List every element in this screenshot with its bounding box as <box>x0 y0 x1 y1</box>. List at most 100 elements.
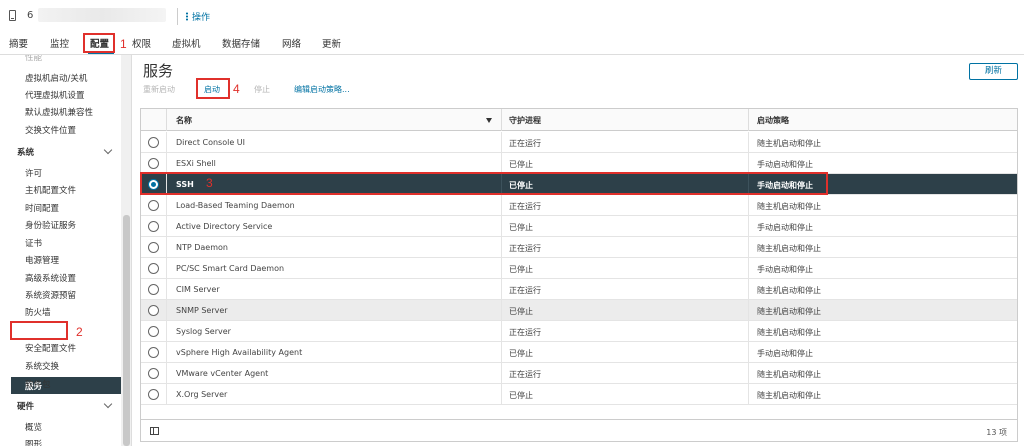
column-separator[interactable] <box>501 109 502 131</box>
table-row[interactable]: Load-Based Teaming Daemon 正在运行 随主机启动和停止 <box>141 195 1017 216</box>
sidebar-item-cut[interactable]: 性能 <box>25 55 42 63</box>
cell-policy: 随主机启动和停止 <box>757 139 821 148</box>
annotation-box-services <box>10 321 68 340</box>
table-row[interactable]: PC/SC Smart Card Daemon 已停止 手动启动和停止 <box>141 258 1017 279</box>
sidebar-item-advanced[interactable]: 高级系统设置 <box>25 272 76 284</box>
table-row[interactable]: Syslog Server 正在运行 随主机启动和停止 <box>141 321 1017 342</box>
column-separator <box>748 342 749 363</box>
cell-daemon: 正在运行 <box>509 244 541 253</box>
sidebar-item-license[interactable]: 许可 <box>25 167 42 179</box>
tab-updates[interactable]: 更新 <box>322 36 341 50</box>
sidebar-item-packages[interactable]: 软件包 <box>25 378 51 390</box>
cell-name: NTP Daemon <box>176 243 228 252</box>
row-radio[interactable] <box>148 389 159 400</box>
cell-name: SNMP Server <box>176 306 228 315</box>
cell-daemon: 已停止 <box>509 160 533 169</box>
sidebar-item-power[interactable]: 电源管理 <box>25 254 59 266</box>
table-row[interactable]: NTP Daemon 正在运行 随主机启动和停止 <box>141 237 1017 258</box>
sidebar-item-overview[interactable]: 概览 <box>25 421 42 433</box>
column-separator <box>748 195 749 216</box>
tab-summary[interactable]: 摘要 <box>9 36 28 50</box>
cell-name: PC/SC Smart Card Daemon <box>176 264 285 273</box>
row-radio[interactable] <box>148 284 159 295</box>
column-toggle-icon[interactable] <box>150 427 159 435</box>
restart-button[interactable]: 重新启动 <box>143 84 175 95</box>
row-radio[interactable] <box>148 158 159 169</box>
column-separator <box>501 363 502 384</box>
cell-policy: 随主机启动和停止 <box>757 370 821 379</box>
row-radio[interactable] <box>148 326 159 337</box>
table-row[interactable]: CIM Server 正在运行 随主机启动和停止 <box>141 279 1017 300</box>
table-row[interactable]: X.Org Server 已停止 随主机启动和停止 <box>141 384 1017 405</box>
cell-daemon: 已停止 <box>509 265 533 274</box>
tab-networks[interactable]: 网络 <box>282 36 301 50</box>
row-radio[interactable] <box>148 200 159 211</box>
sidebar-group-system[interactable]: 系统 <box>17 146 34 158</box>
column-header-policy[interactable]: 启动策略 <box>757 115 789 126</box>
sidebar-item-certs[interactable]: 证书 <box>25 237 42 249</box>
cell-daemon: 正在运行 <box>509 202 541 211</box>
table-row[interactable]: SNMP Server 已停止 随主机启动和停止 <box>141 300 1017 321</box>
actions-menu[interactable]: 操作 <box>186 10 210 23</box>
edit-startup-policy-button[interactable]: 编辑启动策略... <box>294 84 350 95</box>
tab-vms[interactable]: 虚拟机 <box>172 36 201 50</box>
sidebar-group-hardware[interactable]: 硬件 <box>17 400 34 412</box>
row-radio[interactable] <box>148 263 159 274</box>
column-separator <box>501 195 502 216</box>
chevron-down-icon[interactable] <box>103 145 113 155</box>
table-row[interactable]: vSphere High Availability Agent 已停止 手动启动和停… <box>141 342 1017 363</box>
table-row[interactable]: Active Directory Service 已停止 手动启动和停止 <box>141 216 1017 237</box>
tab-monitor[interactable]: 监控 <box>50 36 69 50</box>
sidebar-item-vm-startup[interactable]: 虚拟机启动/关机 <box>25 72 87 84</box>
tab-datastores[interactable]: 数据存储 <box>222 36 260 50</box>
cell-name: Active Directory Service <box>176 222 273 231</box>
sidebar-item-time[interactable]: 时间配置 <box>25 202 59 214</box>
actions-label: 操作 <box>192 13 211 23</box>
sort-desc-icon[interactable] <box>486 118 492 123</box>
table-row[interactable]: ESXi Shell 已停止 手动启动和停止 <box>141 153 1017 174</box>
tab-permissions[interactable]: 权限 <box>132 36 151 50</box>
sidebar-item-host-profile[interactable]: 主机配置文件 <box>25 184 76 196</box>
host-icon <box>9 10 16 21</box>
cell-policy: 手动启动和停止 <box>757 349 813 358</box>
cell-name: Load-Based Teaming Daemon <box>176 201 295 210</box>
sidebar-item-swap[interactable]: 交换文件位置 <box>25 124 76 136</box>
annotation-box-configure <box>83 33 115 53</box>
sidebar-scrollbar[interactable] <box>121 55 131 446</box>
chevron-down-icon[interactable] <box>103 399 113 409</box>
table-row[interactable]: Direct Console UI 正在运行 随主机启动和停止 <box>141 132 1017 153</box>
row-radio[interactable] <box>148 242 159 253</box>
row-radio[interactable] <box>148 305 159 316</box>
tabs-divider <box>0 54 1024 55</box>
column-separator[interactable] <box>748 109 749 131</box>
sidebar-item-vm-compat[interactable]: 默认虚拟机兼容性 <box>25 106 93 118</box>
sidebar-item-firewall[interactable]: 防火墙 <box>25 306 51 318</box>
column-separator <box>748 258 749 279</box>
annotation-box-ssh-row <box>140 172 828 195</box>
sidebar-item-swap-system[interactable]: 系统交换 <box>25 360 59 372</box>
scrollbar-thumb[interactable] <box>123 215 130 446</box>
cell-policy: 随主机启动和停止 <box>757 286 821 295</box>
row-radio[interactable] <box>148 368 159 379</box>
row-radio[interactable] <box>148 221 159 232</box>
row-radio[interactable] <box>148 137 159 148</box>
column-separator <box>166 279 167 300</box>
row-radio[interactable] <box>148 347 159 358</box>
stop-button[interactable]: 停止 <box>254 84 270 95</box>
cell-name: Direct Console UI <box>176 138 246 147</box>
sidebar-item-auth[interactable]: 身份验证服务 <box>25 219 76 231</box>
cell-policy: 手动启动和停止 <box>757 223 813 232</box>
column-header-daemon[interactable]: 守护进程 <box>509 115 541 126</box>
column-header-name[interactable]: 名称 <box>176 115 192 126</box>
column-separator <box>748 153 749 174</box>
sidebar-item-graphics[interactable]: 图形 <box>25 438 42 446</box>
column-separator <box>166 237 167 258</box>
sidebar-item-security-profile[interactable]: 安全配置文件 <box>25 342 76 354</box>
column-separator <box>501 153 502 174</box>
services-grid: 名称 守护进程 启动策略 Direct Console UI 正在运行 随主机启动和… <box>140 108 1018 442</box>
table-row[interactable]: VMware vCenter Agent 正在运行 随主机启动和停止 <box>141 363 1017 384</box>
sidebar-item-reservation[interactable]: 系统资源预留 <box>25 289 76 301</box>
refresh-button[interactable]: 刷新 <box>969 63 1018 80</box>
column-separator <box>748 216 749 237</box>
sidebar-item-agent-vm[interactable]: 代理虚拟机设置 <box>25 89 85 101</box>
